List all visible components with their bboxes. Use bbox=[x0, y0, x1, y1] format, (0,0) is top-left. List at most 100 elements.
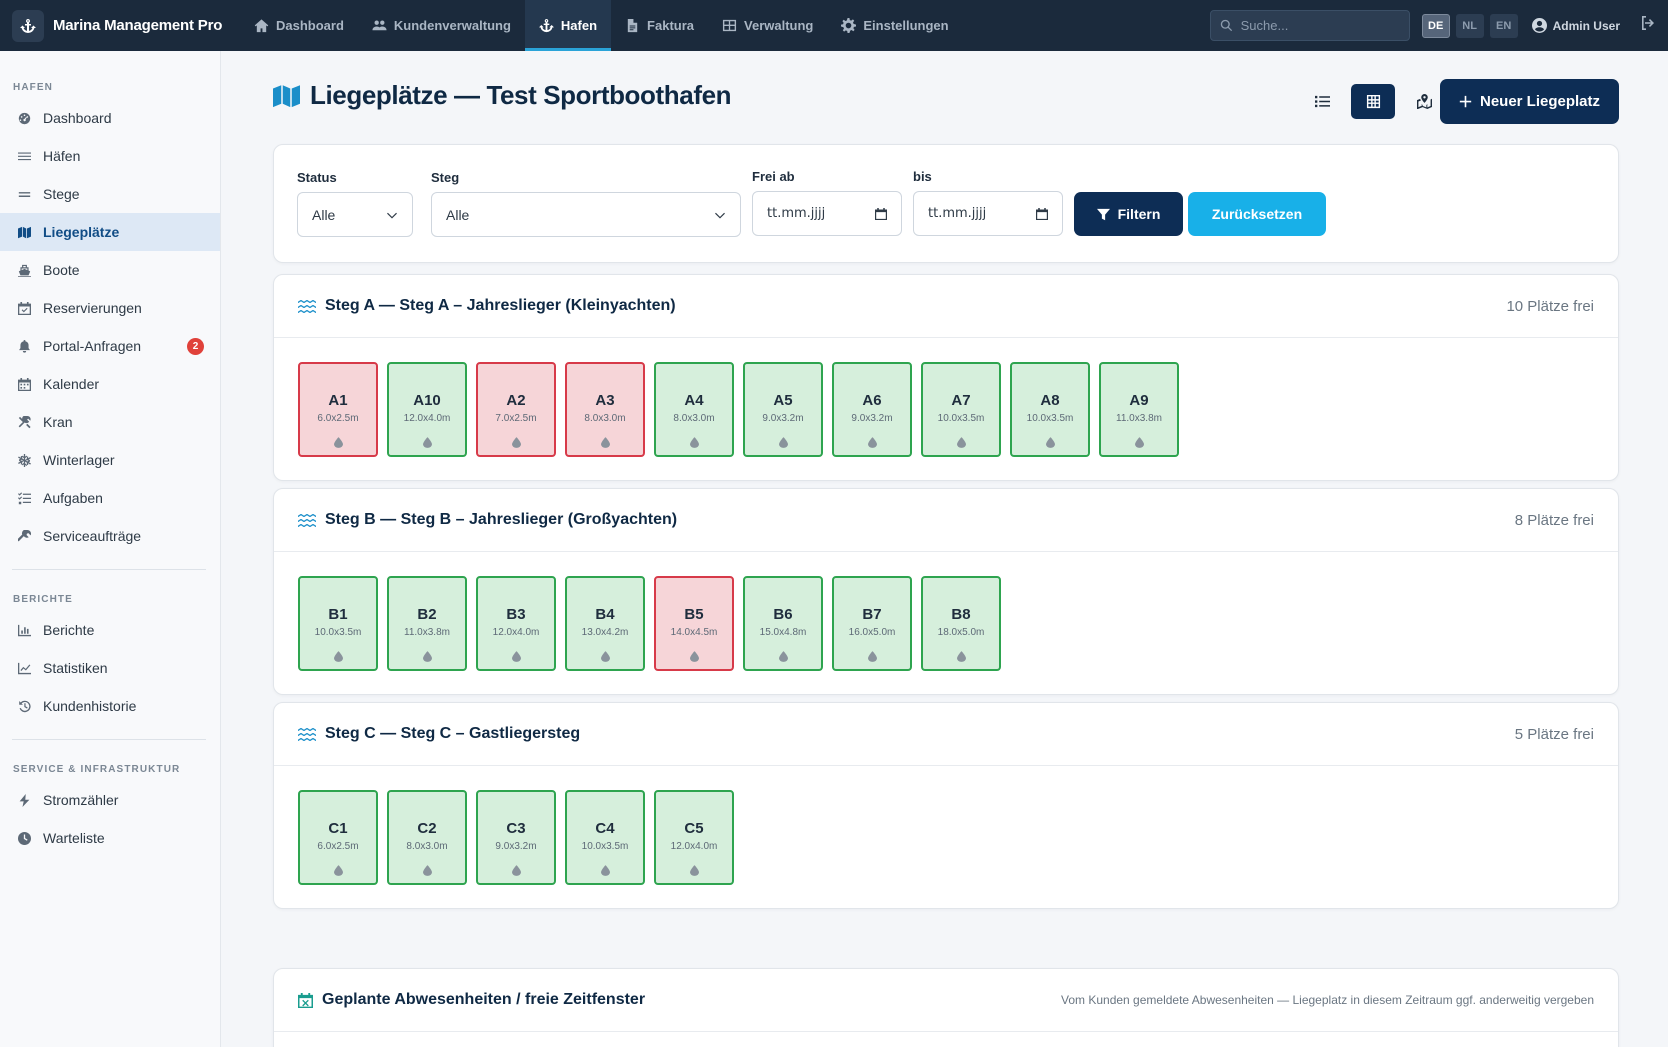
status-select[interactable]: Alle bbox=[297, 192, 413, 237]
berth-tile-b8[interactable]: B8 18.0x5.0m bbox=[921, 576, 1001, 671]
berth-tile-c2[interactable]: C2 8.0x3.0m bbox=[387, 790, 467, 885]
berth-tile-b3[interactable]: B3 12.0x4.0m bbox=[476, 576, 556, 671]
sidebar-item-statistiken[interactable]: Statistiken bbox=[0, 649, 220, 687]
sidebar-item-warteliste[interactable]: Warteliste bbox=[0, 819, 220, 857]
users-icon bbox=[372, 20, 387, 31]
berth-tile-c1[interactable]: C1 6.0x2.5m bbox=[298, 790, 378, 885]
sidebar-item-boote[interactable]: Boote bbox=[0, 251, 220, 289]
berth-tile-a3[interactable]: A3 8.0x3.0m bbox=[565, 362, 645, 457]
berth-tile-b1[interactable]: B1 10.0x3.5m bbox=[298, 576, 378, 671]
berth-tile-a8[interactable]: A8 10.0x3.5m bbox=[1010, 362, 1090, 457]
water-drop-icon bbox=[778, 435, 788, 448]
sidebar-section-berichte: BERICHTE bbox=[13, 594, 73, 605]
berth-dimensions: 11.0x3.8m bbox=[1116, 413, 1162, 424]
berth-grid: C1 6.0x2.5m C2 8.0x3.0m C3 9.0x3.2m C4 10.0x3.5… bbox=[298, 790, 734, 885]
sidebar-item-aufgaben[interactable]: Aufgaben bbox=[0, 479, 220, 517]
user-menu[interactable]: Admin User bbox=[1531, 18, 1620, 33]
berth-tile-b2[interactable]: B2 11.0x3.8m bbox=[387, 576, 467, 671]
new-berth-button[interactable]: Neuer Liegeplatz bbox=[1440, 79, 1619, 124]
berth-tile-a2[interactable]: A2 7.0x2.5m bbox=[476, 362, 556, 457]
berth-tile-a4[interactable]: A4 8.0x3.0m bbox=[654, 362, 734, 457]
logout-button[interactable] bbox=[1640, 15, 1656, 36]
page-title: Liegeplätze — Test Sportboothafen bbox=[310, 80, 732, 110]
sidebar-item-liegeplaetze[interactable]: Liegeplätze bbox=[0, 213, 220, 251]
bis-date-input[interactable]: tt.mm.jjjj bbox=[913, 191, 1063, 236]
sidebar-item-stege[interactable]: Stege bbox=[0, 175, 220, 213]
berth-tile-a5[interactable]: A5 9.0x3.2m bbox=[743, 362, 823, 457]
sidebar-item-portal-anfragen[interactable]: Portal-Anfragen 2 bbox=[0, 327, 220, 365]
topnav-faktura[interactable]: Faktura bbox=[611, 0, 708, 51]
berth-tile-a10[interactable]: A10 12.0x4.0m bbox=[387, 362, 467, 457]
chevron-down-icon bbox=[715, 212, 725, 219]
search-input[interactable]: Suche... bbox=[1209, 10, 1410, 41]
lang-en-button[interactable]: EN bbox=[1489, 13, 1518, 38]
berth-tile-a1[interactable]: A1 6.0x2.5m bbox=[298, 362, 378, 457]
steg-title: Steg C — Steg C – Gastliegersteg bbox=[298, 725, 580, 743]
reset-button[interactable]: Zurücksetzen bbox=[1188, 192, 1326, 236]
topnav-hafen[interactable]: Hafen bbox=[524, 0, 612, 51]
berth-tile-a9[interactable]: A9 11.0x3.8m bbox=[1099, 362, 1179, 457]
topnav-verwaltung[interactable]: Verwaltung bbox=[708, 0, 827, 51]
topnav-dashboard[interactable]: Dashboard bbox=[240, 0, 358, 51]
notification-badge: 2 bbox=[187, 338, 204, 355]
steg-title-text: Steg C — Steg C – Gastliegersteg bbox=[325, 725, 581, 742]
berth-name: A7 bbox=[951, 392, 971, 409]
ship-icon bbox=[18, 264, 31, 277]
sidebar-item-haefen[interactable]: Häfen bbox=[0, 137, 220, 175]
steg-free-count: 8 Plätze frei bbox=[1514, 511, 1594, 529]
water-drop-icon bbox=[600, 863, 610, 876]
sidebar-item-kundenhistorie[interactable]: Kundenhistorie bbox=[0, 687, 220, 725]
steg-free-count: 5 Plätze frei bbox=[1514, 725, 1594, 743]
frei-ab-date-input[interactable]: tt.mm.jjjj bbox=[752, 191, 902, 236]
grid-view-button[interactable] bbox=[1351, 84, 1395, 119]
berth-tile-a6[interactable]: A6 9.0x3.2m bbox=[832, 362, 912, 457]
sidebar-item-berichte[interactable]: Berichte bbox=[0, 611, 220, 649]
sidebar-item-stromzaehler[interactable]: Stromzähler bbox=[0, 781, 220, 819]
sidebar-item-reservierungen[interactable]: Reservierungen bbox=[0, 289, 220, 327]
berth-name: C5 bbox=[684, 820, 704, 837]
topnav-kundenverwaltung[interactable]: Kundenverwaltung bbox=[358, 0, 525, 51]
berth-tile-b7[interactable]: B7 16.0x5.0m bbox=[832, 576, 912, 671]
berth-name: B8 bbox=[951, 606, 971, 623]
sidebar-item-winterlager[interactable]: Winterlager bbox=[0, 441, 220, 479]
berth-tile-b4[interactable]: B4 13.0x4.2m bbox=[565, 576, 645, 671]
berth-dimensions: 10.0x3.5m bbox=[1026, 413, 1074, 424]
berth-tile-a7[interactable]: A7 10.0x3.5m bbox=[921, 362, 1001, 457]
berth-grid: B1 10.0x3.5m B2 11.0x3.8m B3 12.0x4.0m B4 13.0x… bbox=[298, 576, 1001, 671]
lang-de-button[interactable]: DE bbox=[1421, 13, 1450, 38]
berth-name: B7 bbox=[862, 606, 882, 623]
bis-group: bis tt.mm.jjjj bbox=[913, 169, 1063, 236]
water-drop-icon bbox=[511, 649, 521, 662]
sidebar-item-kran[interactable]: Kran bbox=[0, 403, 220, 441]
berth-dimensions: 16.0x5.0m bbox=[848, 627, 896, 638]
map-icon bbox=[273, 84, 300, 107]
brand[interactable]: Marina Management Pro bbox=[0, 9, 240, 42]
list-view-button[interactable] bbox=[1300, 84, 1344, 119]
status-filter-group: Status Alle bbox=[297, 170, 413, 237]
sidebar-section-service: SERVICE & INFRASTRUKTUR bbox=[13, 764, 181, 775]
steg-filter-group: Steg Alle bbox=[431, 170, 741, 237]
berth-tile-b5[interactable]: B5 14.0x4.5m bbox=[654, 576, 734, 671]
lang-nl-button[interactable]: NL bbox=[1455, 13, 1484, 38]
berth-dimensions: 8.0x3.0m bbox=[673, 413, 715, 424]
topnav-label: Verwaltung bbox=[744, 18, 814, 33]
berth-tile-c5[interactable]: C5 12.0x4.0m bbox=[654, 790, 734, 885]
topnav-einstellungen[interactable]: Einstellungen bbox=[827, 0, 962, 51]
steg-select[interactable]: Alle bbox=[431, 192, 741, 237]
calendar-check-icon bbox=[18, 301, 31, 315]
line-chart-icon bbox=[18, 662, 31, 674]
sidebar-item-kalender[interactable]: Kalender bbox=[0, 365, 220, 403]
berth-tile-c4[interactable]: C4 10.0x3.5m bbox=[565, 790, 645, 885]
berth-tile-c3[interactable]: C3 9.0x3.2m bbox=[476, 790, 556, 885]
sidebar-item-dashboard[interactable]: Dashboard bbox=[0, 99, 220, 137]
new-berth-label: Neuer Liegeplatz bbox=[1479, 93, 1601, 110]
berth-name: A10 bbox=[413, 392, 441, 409]
sidebar-item-serviceauftraege[interactable]: Serviceaufträge bbox=[0, 517, 220, 555]
calendar-icon bbox=[1036, 207, 1048, 220]
absences-note: Vom Kunden gemeldete Abwesenheiten — Lie… bbox=[1061, 993, 1594, 1007]
plus-icon bbox=[1459, 95, 1472, 108]
status-filter-label: Status bbox=[297, 170, 337, 185]
map-marked-icon bbox=[1416, 94, 1432, 109]
berth-tile-b6[interactable]: B6 15.0x4.8m bbox=[743, 576, 823, 671]
filter-button[interactable]: Filtern bbox=[1074, 192, 1183, 236]
